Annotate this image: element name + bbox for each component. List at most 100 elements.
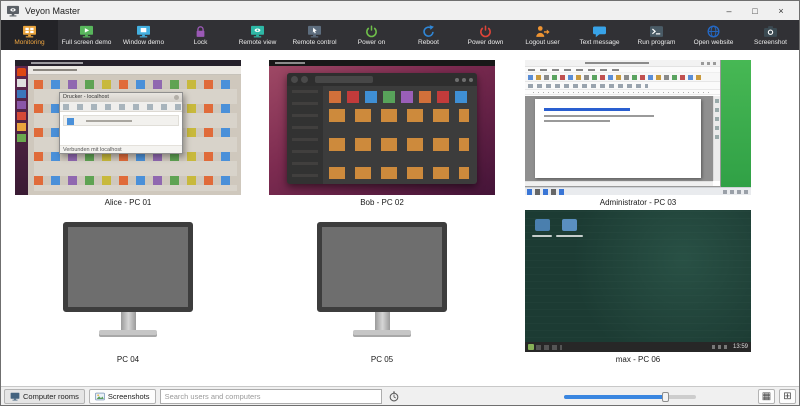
toolbar-label: Monitoring (14, 39, 44, 46)
minimize-button[interactable]: – (716, 1, 742, 20)
pc03-writer-sidebar (713, 96, 720, 181)
toolbar-monitoring[interactable]: Monitoring (1, 20, 58, 50)
toolbar-remote-view[interactable]: Remote view (229, 20, 286, 50)
computer-rooms-button[interactable]: Computer rooms (4, 389, 85, 404)
slider-handle[interactable] (662, 392, 669, 402)
toolbar-label: Remote control (292, 39, 336, 46)
close-button[interactable]: × (768, 1, 794, 20)
toolbar-power-down[interactable]: Power down (457, 20, 514, 50)
remote-control-icon (307, 25, 322, 38)
pc01-launcher-icons (17, 68, 26, 146)
logout-user-icon (535, 25, 550, 38)
monitor-stand (121, 312, 136, 330)
monitor-screen (63, 222, 193, 312)
toolbar-label: Window demo (123, 39, 164, 46)
pc03-document-area (525, 96, 713, 181)
pc06-icon-label (556, 235, 583, 237)
pc01-printer-dialog: Drucker - localhost Verbunden mit localh… (59, 92, 183, 154)
computer-caption: PC 05 (371, 355, 393, 364)
veyon-master-window: Veyon Master – □ × Monitoring Full scree… (0, 0, 800, 406)
pc02-path-bar (315, 76, 373, 83)
toolbar-label: Full screen demo (62, 39, 112, 46)
toolbar-label: Power on (358, 39, 385, 46)
remote-view-icon (250, 25, 265, 38)
toolbar-remote-control[interactable]: Remote control (286, 20, 343, 50)
toolbar-label: Open website (694, 39, 734, 46)
computer-tile-pc04[interactable]: PC 04 (15, 210, 241, 364)
toolbar-label: Remote view (239, 39, 277, 46)
computer-monitoring-view: Drucker - localhost Verbunden mit localh… (1, 50, 799, 386)
toolbar-screenshot[interactable]: Screenshot (742, 20, 799, 50)
computer-caption: Bob - PC 02 (360, 198, 404, 207)
custom-arrangement-button[interactable]: ▦ (758, 389, 775, 404)
pc01-printer-dialog-status: Verbunden mit localhost (60, 145, 182, 153)
pc06-screen-thumbnail: 13:59 (525, 210, 751, 352)
toolbar-label: Power down (468, 39, 504, 46)
align-grid-icon: ⊞ (783, 391, 791, 402)
grid-icon: ▦ (762, 391, 771, 402)
toolbar-label: Logout user (525, 39, 559, 46)
computer-tile-pc06[interactable]: 13:59 max - PC 06 (525, 210, 751, 364)
timer-icon (388, 391, 400, 402)
screenshots-label: Screenshots (108, 392, 150, 401)
pc02-window-buttons (455, 78, 473, 82)
search-input[interactable] (160, 389, 382, 404)
computer-caption: Administrator - PC 03 (600, 198, 676, 207)
pc03-writer-statusbar (525, 181, 713, 186)
computer-caption: PC 04 (117, 355, 139, 364)
toolbar-label: Text message (579, 39, 619, 46)
pc03-writer-window (525, 60, 721, 187)
computer-tile-pc02[interactable]: Bob - PC 02 (269, 60, 495, 207)
pc06-taskbar: 13:59 (525, 342, 751, 352)
pc01-printer-dialog-body (60, 112, 182, 145)
pc01-screen-thumbnail: Drucker - localhost Verbunden mit localh… (15, 60, 241, 195)
full-screen-demo-icon (79, 25, 94, 38)
power-on-icon (364, 25, 379, 38)
pc06-system-tray (712, 345, 728, 349)
toolbar-full-screen-demo[interactable]: Full screen demo (58, 20, 115, 50)
computer-tile-pc05[interactable]: PC 05 (269, 210, 495, 364)
toolbar-logout-user[interactable]: Logout user (514, 20, 571, 50)
back-icon (291, 76, 298, 83)
pc02-folder-grid (329, 109, 469, 179)
status-bar: Computer rooms Screenshots ▦ ⊞ (1, 386, 799, 405)
pc02-headerbar (287, 73, 477, 86)
toolbar-text-message[interactable]: Text message (571, 20, 628, 50)
toolbar-window-demo[interactable]: Window demo (115, 20, 172, 50)
monitor-base (99, 330, 157, 337)
toolbar-label: Lock (194, 39, 208, 46)
pc01-printer-dialog-titlebar: Drucker - localhost (60, 93, 182, 102)
pc02-screen-thumbnail (269, 60, 495, 195)
pc02-menubar (269, 60, 495, 66)
pc06-clock: 13:59 (733, 342, 748, 352)
toolbar-open-website[interactable]: Open website (685, 20, 742, 50)
maximize-button[interactable]: □ (742, 1, 768, 20)
power-down-icon (478, 25, 493, 38)
pc06-icon-label (532, 235, 552, 237)
computer-tile-pc01[interactable]: Drucker - localhost Verbunden mit localh… (15, 60, 241, 207)
toolbar-reboot[interactable]: Reboot (400, 20, 457, 50)
monitor-screen (317, 222, 447, 312)
monitor-base (353, 330, 411, 337)
toolbar-label: Reboot (418, 39, 439, 46)
pc01-printer-info-row (63, 115, 179, 126)
computer-caption: Alice - PC 01 (105, 198, 152, 207)
toolbar-lock[interactable]: Lock (172, 20, 229, 50)
toolbar-label: Screenshot (754, 39, 787, 46)
text-message-icon (592, 25, 607, 38)
pc01-printer-dialog-toolbar (60, 102, 182, 112)
thumbnail-size-slider[interactable] (564, 389, 696, 404)
pc03-document-page (535, 99, 701, 178)
toolbar-power-on[interactable]: Power on (343, 20, 400, 50)
align-to-grid-button[interactable]: ⊞ (779, 389, 796, 404)
toolbar-run-program[interactable]: Run program (628, 20, 685, 50)
offline-monitor-graphic (269, 210, 495, 352)
screenshots-button[interactable]: Screenshots (89, 389, 156, 404)
monitoring-icon (22, 25, 37, 38)
computer-tile-pc03[interactable]: Administrator - PC 03 (525, 60, 751, 207)
slider-fill (564, 395, 667, 399)
pc06-trash-icon (535, 219, 550, 231)
power-schedule-button[interactable] (386, 389, 403, 404)
lock-icon (193, 25, 208, 38)
pc03-doc-text-line (544, 120, 610, 122)
